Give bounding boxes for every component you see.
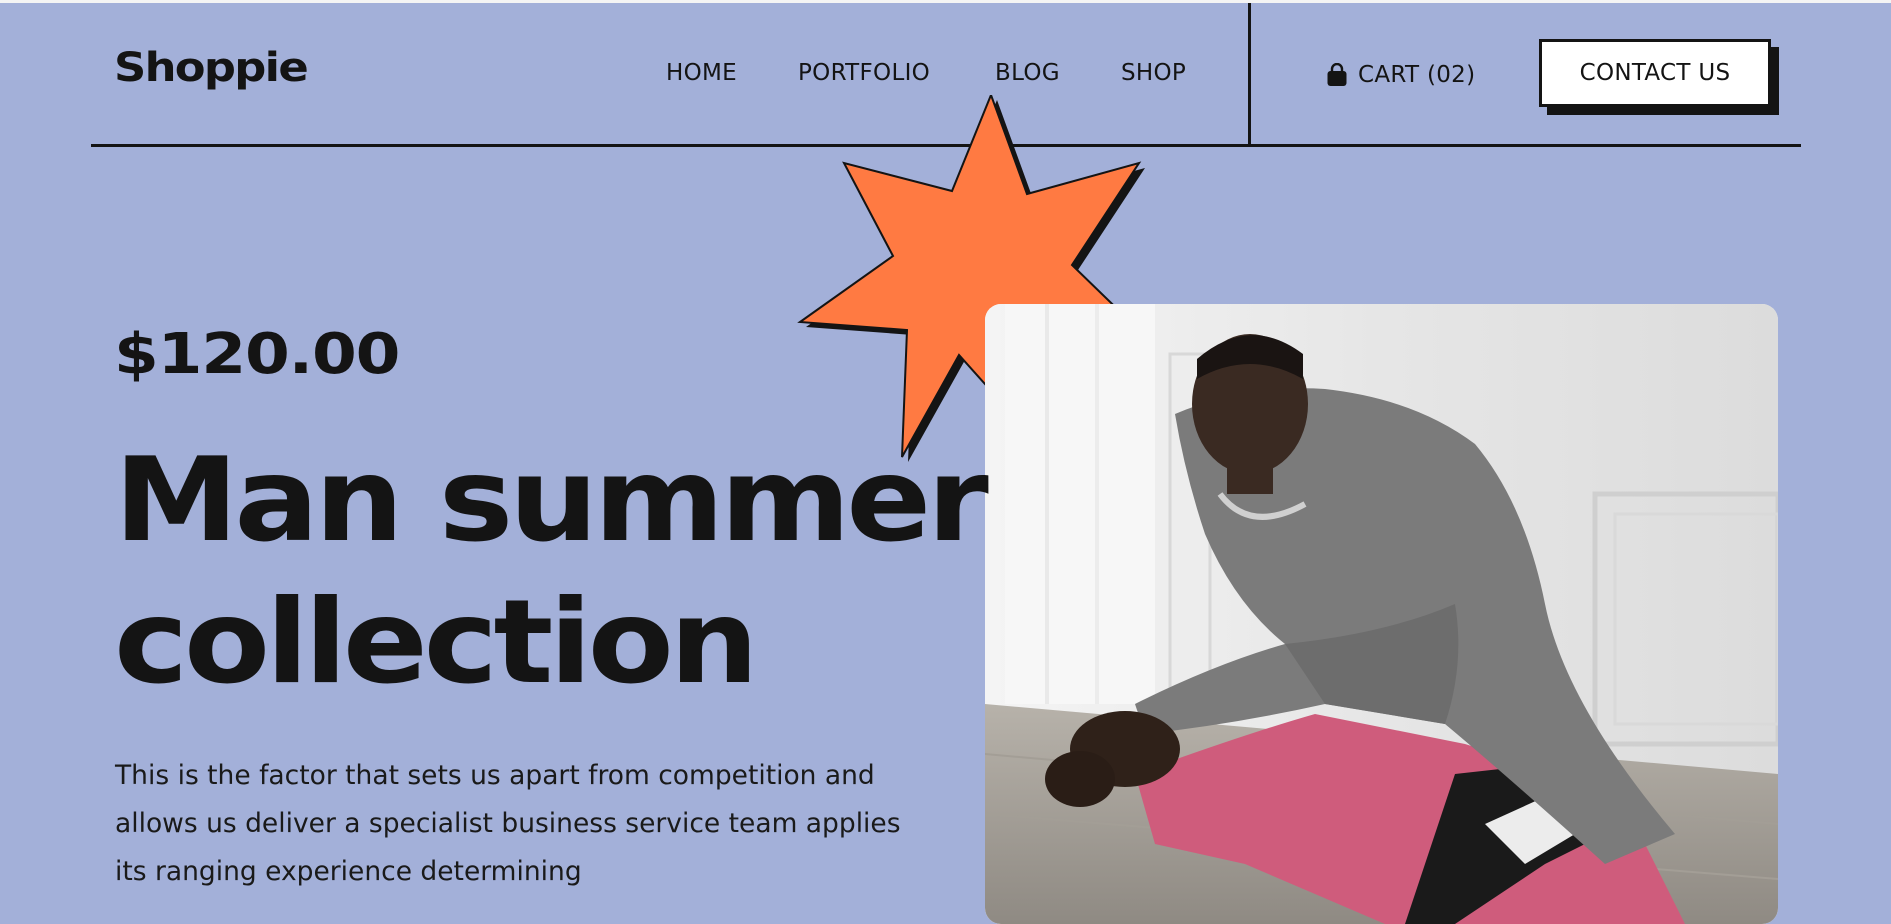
nav-item-home[interactable]: HOME [666,60,737,86]
hero-description: This is the factor that sets us apart fr… [115,760,901,887]
hero-title-line1: Man summer [114,433,989,568]
hero-title-line2: collection [114,575,759,710]
header-divider [1248,3,1251,146]
contact-us-button[interactable]: CONTACT US [1539,39,1771,107]
hero-image [985,304,1778,924]
product-price: $120.00 [114,322,400,387]
cart-label: CART (02) [1358,62,1476,88]
logo[interactable]: Shoppie [114,45,309,91]
shopping-bag-icon [1326,62,1348,87]
model-photo-illustration [985,304,1778,924]
cart-link[interactable]: CART (02) [1326,60,1475,90]
contact-button-wrap: CONTACT US [1539,39,1779,115]
hero-title: Man summer collection [114,430,989,714]
nav-item-portfolio[interactable]: PORTFOLIO [798,60,930,86]
nav-item-shop[interactable]: SHOP [1121,60,1186,86]
nav-item-blog[interactable]: BLOG [995,60,1060,86]
